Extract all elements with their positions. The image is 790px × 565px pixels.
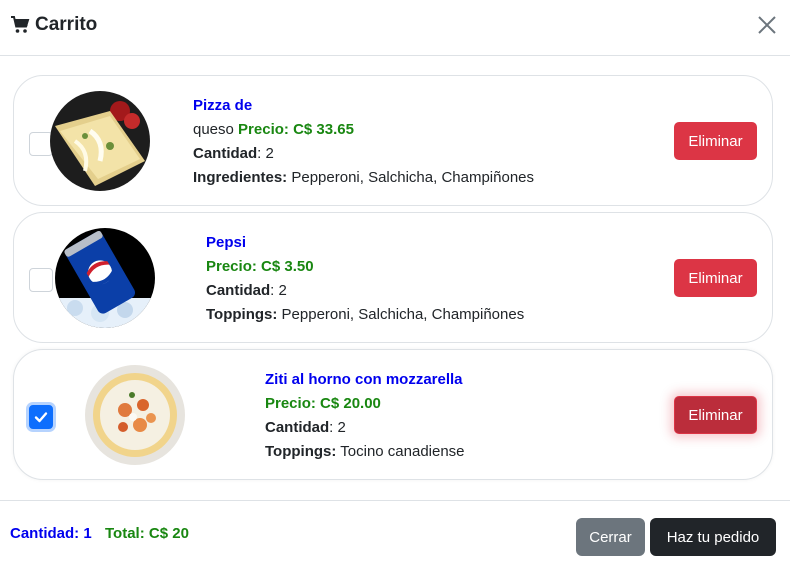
qty-label: Cantidad <box>193 145 258 162</box>
modal-header: Carrito <box>0 0 790 56</box>
toppings-value: Tocino canadiense <box>336 443 465 460</box>
place-order-button[interactable]: Haz tu pedido <box>650 518 776 556</box>
item-info: Pizza de queso Precio: C$ 33.65 Cantidad… <box>193 94 534 190</box>
ingredients-label: Ingredientes: <box>193 169 288 186</box>
footer-total: Total: C$ 20 <box>105 525 189 542</box>
qty-label: Cantidad <box>206 282 271 299</box>
item-price: Precio: C$ 3.50 <box>206 258 314 275</box>
modal-footer: Cantidad: 1 Total: C$ 20 Cerrar Haz tu p… <box>0 500 790 565</box>
item-info: Pepsi Precio: C$ 3.50 Cantidad: 2 Toppin… <box>206 231 524 327</box>
cart-modal: Carrito Pizza de queso Precio: C$ 33.65 … <box>0 0 790 565</box>
close-button[interactable]: Cerrar <box>576 518 645 556</box>
check-icon <box>34 412 48 423</box>
qty-value: : 2 <box>270 282 287 299</box>
delete-button[interactable]: Eliminar <box>674 259 757 297</box>
item-checkbox[interactable] <box>29 268 53 292</box>
modal-title: Carrito <box>35 14 98 35</box>
toppings-label: Toppings: <box>265 443 337 460</box>
footer-quantity: Cantidad: 1 <box>10 525 92 542</box>
delete-button[interactable]: Eliminar <box>674 122 757 160</box>
pepsi-image <box>55 228 155 328</box>
cart-icon <box>11 16 30 33</box>
item-name: Ziti al horno con mozzarella <box>265 371 463 388</box>
item-name-cont: queso <box>193 121 234 138</box>
item-name: Pizza de <box>193 97 253 114</box>
item-price: Precio: C$ 33.65 <box>238 121 354 138</box>
qty-value: : 2 <box>329 419 346 436</box>
item-name: Pepsi <box>206 234 247 251</box>
qty-value: : 2 <box>257 145 274 162</box>
pizza-image <box>50 91 150 191</box>
cart-item: Pizza de queso Precio: C$ 33.65 Cantidad… <box>13 75 773 206</box>
item-price: Precio: C$ 20.00 <box>265 395 381 412</box>
qty-label: Cantidad <box>265 419 330 436</box>
close-icon[interactable] <box>755 13 779 37</box>
ziti-image <box>85 365 185 465</box>
delete-button[interactable]: Eliminar <box>674 396 757 434</box>
cart-item: Ziti al horno con mozzarella Precio: C$ … <box>13 349 773 480</box>
toppings-label: Toppings: <box>206 306 278 323</box>
toppings-value: Pepperoni, Salchicha, Champiñones <box>277 306 525 323</box>
ingredients-value: Pepperoni, Salchicha, Champiñones <box>287 169 535 186</box>
cart-item: Pepsi Precio: C$ 3.50 Cantidad: 2 Toppin… <box>13 212 773 343</box>
item-checkbox[interactable] <box>29 405 53 429</box>
item-info: Ziti al horno con mozzarella Precio: C$ … <box>265 368 465 464</box>
